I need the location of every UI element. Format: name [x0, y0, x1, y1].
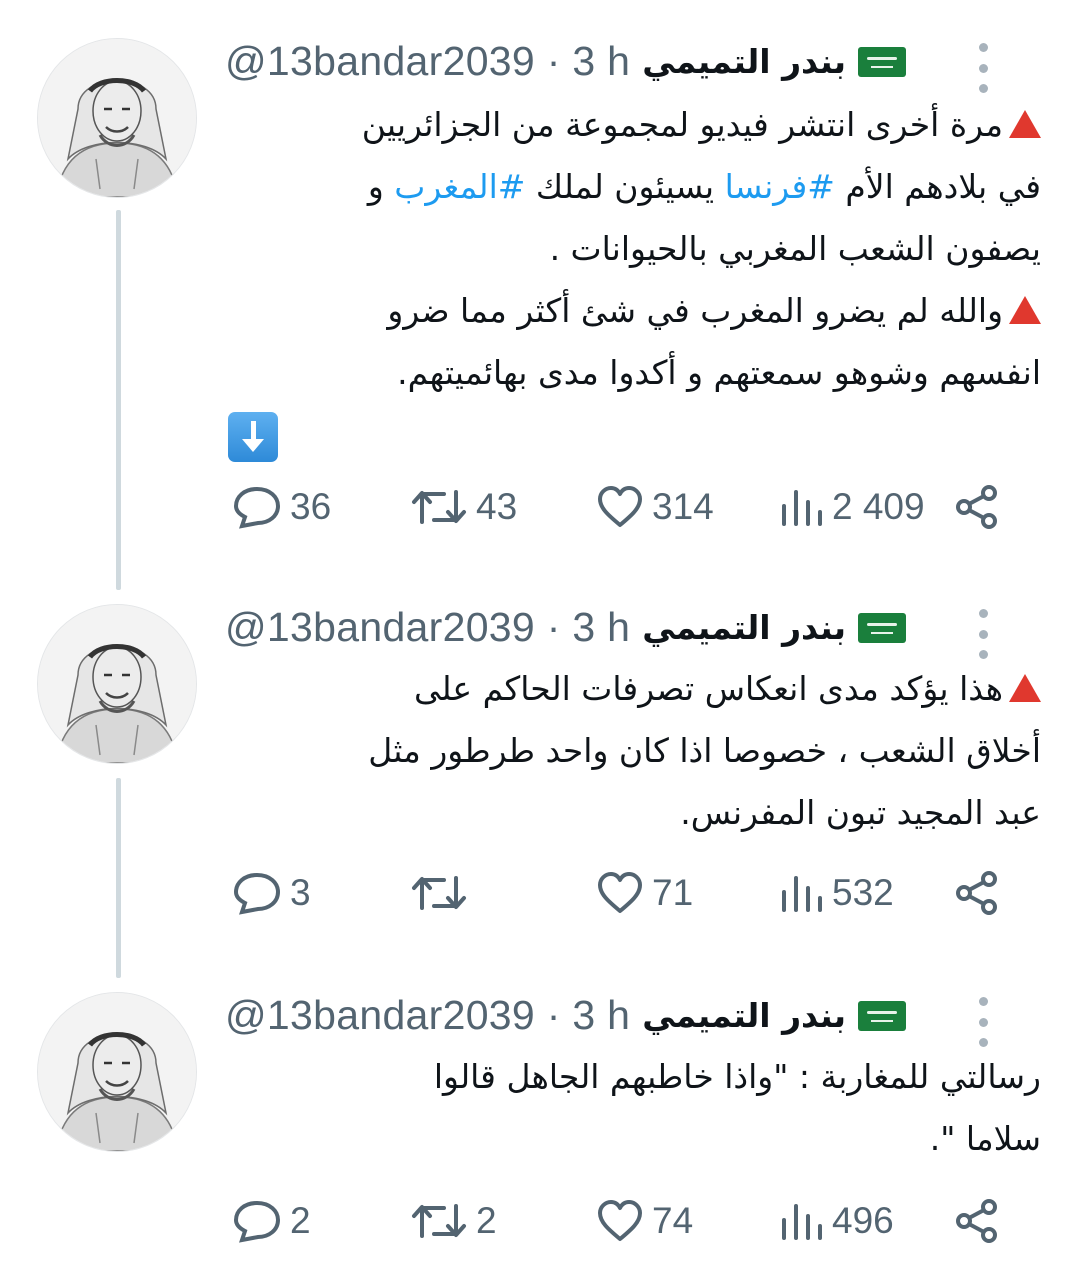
avatar-column [37, 604, 197, 764]
share-button[interactable] [954, 1198, 1000, 1244]
tweet-header: @13bandar2039 · 3 h بندر التميمي [225, 38, 1041, 98]
timestamp: 3 h [572, 604, 631, 650]
tweet-text: هذا يؤكد مدى انعكاس تصرفات الحاكم على أخ… [228, 658, 1041, 844]
reply-button[interactable]: 3 [232, 870, 311, 916]
tweet-line: يصفون الشعب المغربي بالحيوانات . [549, 229, 1041, 268]
reply-icon [233, 486, 281, 529]
avatar[interactable] [37, 992, 197, 1152]
heart-icon [598, 1200, 642, 1241]
tweet-line: مرة أخرى انتشر فيديو لمجموعة من الجزائري… [228, 94, 1041, 156]
hashtag-link[interactable]: #المغرب [394, 167, 525, 206]
tweet-header: @13bandar2039 · 3 h بندر التميمي [225, 604, 1041, 664]
more-vertical-icon[interactable] [975, 43, 991, 93]
tweet[interactable]: @13bandar2039 · 3 h بندر التميمي رسالتي … [0, 992, 1077, 1262]
display-name[interactable]: بندر التميمي [642, 996, 846, 1035]
hashtag-link[interactable]: #فرنسا [725, 167, 835, 206]
tweet-header-meta: @13bandar2039 · 3 h بندر التميمي [225, 604, 906, 651]
tweet-line: عبد المجيد تبون المفرنس. [680, 793, 1041, 832]
timestamp: 3 h [572, 992, 631, 1038]
avatar-sketch-icon [38, 993, 196, 1151]
tweet-thread: @13bandar2039 · 3 h بندر التميمي مرة أخر… [0, 0, 1077, 1280]
avatar-column [37, 38, 197, 198]
views-icon [782, 490, 822, 526]
avatar[interactable] [37, 38, 197, 198]
share-button[interactable] [954, 484, 1000, 530]
more-vertical-icon[interactable] [975, 997, 991, 1047]
share-icon [956, 1199, 997, 1243]
tweet-line: هذا يؤكد مدى انعكاس تصرفات الحاكم على [228, 658, 1041, 720]
avatar-sketch-icon [38, 605, 196, 763]
red-triangle-icon [1009, 110, 1041, 138]
heart-icon [598, 872, 642, 913]
tweet-actions: 3 71 532 [228, 870, 1007, 930]
tweet-line: انفسهم وشوهو سمعتهم و أكدوا مدى بهائميته… [397, 353, 1041, 392]
share-button[interactable] [954, 870, 1000, 916]
tweet-text: مرة أخرى انتشر فيديو لمجموعة من الجزائري… [228, 94, 1041, 466]
red-triangle-icon [1009, 296, 1041, 324]
tweet-actions: 2 2 74 496 [228, 1198, 1007, 1258]
tweet-text: رسالتي للمغاربة : "واذا خاطبهم الجاهل قا… [228, 1046, 1041, 1170]
reply-icon [233, 872, 281, 915]
tweet-header-meta: @13bandar2039 · 3 h بندر التميمي [225, 992, 906, 1039]
views-icon [782, 1204, 822, 1240]
reply-button[interactable]: 2 [232, 1198, 311, 1244]
heart-icon [598, 486, 642, 527]
user-handle[interactable]: @13bandar2039 · 3 h [225, 604, 630, 651]
reply-button[interactable]: 36 [232, 484, 331, 530]
retweet-button[interactable] [410, 870, 476, 916]
display-name[interactable]: بندر التميمي [642, 42, 846, 81]
red-triangle-icon [1009, 674, 1041, 702]
views-button[interactable]: 2 409 [778, 484, 925, 530]
avatar-sketch-icon [38, 39, 196, 197]
timestamp: 3 h [572, 38, 631, 84]
tweet-line: رسالتي للمغاربة : "واذا خاطبهم الجاهل قا… [433, 1057, 1041, 1096]
tweet[interactable]: @13bandar2039 · 3 h بندر التميمي هذا يؤك… [0, 604, 1077, 934]
saudi-flag-icon [858, 612, 906, 643]
user-handle[interactable]: @13bandar2039 · 3 h [225, 992, 630, 1039]
like-button[interactable]: 314 [596, 484, 714, 530]
avatar-column [37, 992, 197, 1152]
tweet-actions: 36 43 314 2 409 [228, 484, 1007, 544]
share-icon [956, 485, 997, 529]
retweet-icon [412, 876, 466, 910]
retweet-button[interactable]: 2 [410, 1198, 497, 1244]
avatar[interactable] [37, 604, 197, 764]
retweet-button[interactable]: 43 [410, 484, 517, 530]
retweet-icon [412, 490, 466, 524]
views-button[interactable]: 532 [778, 870, 894, 916]
share-icon [956, 871, 997, 915]
tweet-line: أخلاق الشعب ، خصوصا اذا كان واحد طرطور م… [368, 731, 1041, 770]
tweet-line: في بلادهم الأم #فرنسا يسيئون لملك #المغر… [367, 167, 1041, 206]
retweet-icon [412, 1204, 466, 1238]
like-button[interactable]: 74 [596, 1198, 693, 1244]
user-handle[interactable]: @13bandar2039 · 3 h [225, 38, 630, 85]
display-name[interactable]: بندر التميمي [642, 608, 846, 647]
views-icon [782, 876, 822, 912]
tweet-line: والله لم يضرو المغرب في شئ أكثر مما ضرو [228, 280, 1041, 342]
tweet-header: @13bandar2039 · 3 h بندر التميمي [225, 992, 1041, 1052]
views-button[interactable]: 496 [778, 1198, 894, 1244]
reply-icon [233, 1200, 281, 1243]
tweet-line: سلاما ". [929, 1119, 1041, 1158]
tweet[interactable]: @13bandar2039 · 3 h بندر التميمي مرة أخر… [0, 38, 1077, 558]
tweet-header-meta: @13bandar2039 · 3 h بندر التميمي [225, 38, 906, 85]
saudi-flag-icon [858, 1000, 906, 1031]
down-arrow-box-icon [228, 411, 278, 462]
saudi-flag-icon [858, 46, 906, 77]
more-vertical-icon[interactable] [975, 609, 991, 659]
tweet-line [228, 404, 1041, 466]
like-button[interactable]: 71 [596, 870, 693, 916]
